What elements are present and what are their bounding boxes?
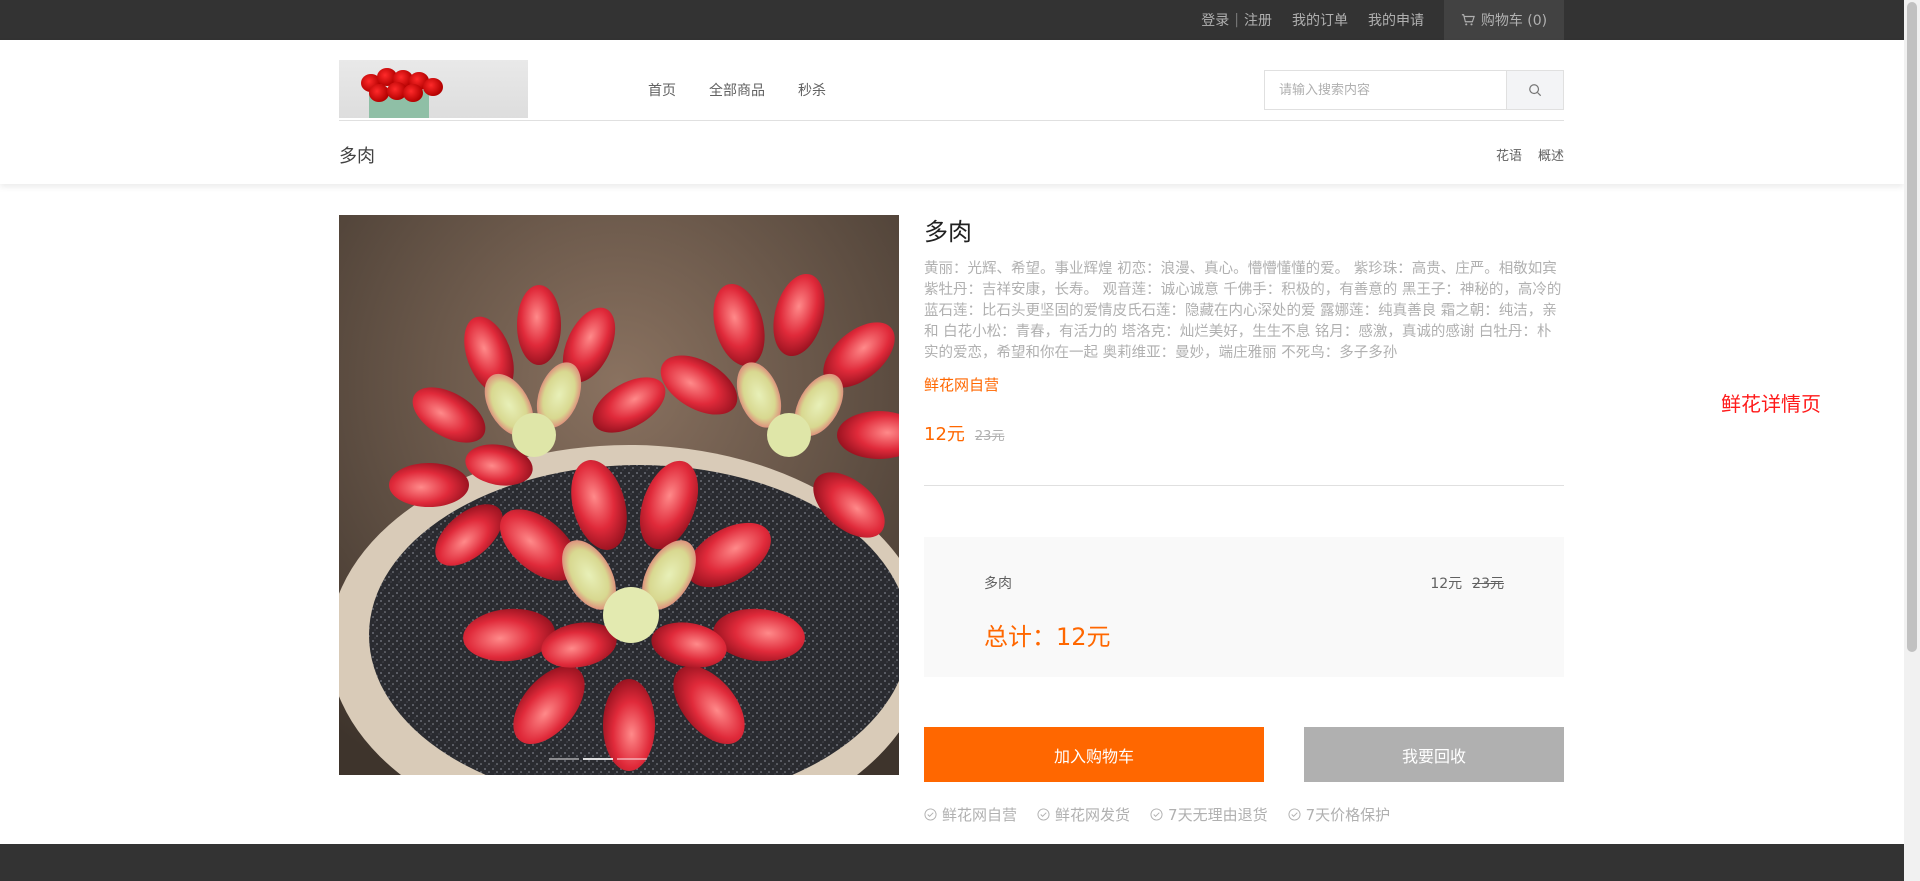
carousel-dot[interactable] — [617, 758, 647, 760]
category-title: 多肉 — [339, 146, 375, 167]
main-nav: 首页 全部商品 秒杀 — [648, 80, 826, 100]
header: 首页 全部商品 秒杀 多肉 花语 概述 — [0, 40, 1904, 184]
check-circle-icon — [1037, 808, 1050, 821]
price-current: 12元 — [924, 424, 965, 445]
price-original: 23元 — [974, 429, 1005, 444]
search-icon — [1529, 84, 1542, 97]
guarantee-label: 鲜花网自营 — [942, 806, 1018, 824]
carousel-dot[interactable] — [583, 758, 613, 760]
guarantee-label: 鲜花网发货 — [1055, 806, 1131, 824]
recycle-button[interactable]: 我要回收 — [1304, 727, 1564, 782]
top-separator: | — [1234, 12, 1239, 28]
register-link[interactable]: 注册 — [1244, 10, 1272, 30]
scrollbar-thumb[interactable] — [1907, 2, 1917, 652]
cart-button[interactable]: 购物车 (0) — [1444, 0, 1564, 40]
page-label: 鲜花详情页 — [1721, 392, 1821, 416]
check-circle-icon — [924, 808, 937, 821]
summary-price-original: 23元 — [1472, 576, 1504, 592]
check-circle-icon — [1288, 808, 1301, 821]
search-box — [1264, 70, 1564, 110]
header-divider — [339, 120, 1564, 121]
carousel-dots — [549, 758, 647, 760]
top-bar: 登录 | 注册 我的订单 我的申请 购物车 (0) — [0, 0, 1904, 40]
search-button[interactable] — [1507, 71, 1563, 109]
summary-price-current: 12元 — [1430, 576, 1463, 592]
nav-all-products[interactable]: 全部商品 — [709, 80, 765, 100]
info-divider — [924, 485, 1564, 486]
add-to-cart-button[interactable]: 加入购物车 — [924, 727, 1264, 782]
product-description: 黄丽：光辉、希望。事业辉煌 初恋：浪漫、真心。懵懵懂懂的爱。 紫珍珠：高贵、庄严… — [924, 261, 1562, 361]
check-circle-icon — [1150, 808, 1163, 821]
sublink-flower-language[interactable]: 花语 — [1496, 145, 1522, 164]
guarantees: 鲜花网自营 鲜花网发货 7天无理由退货 7天价格保护 — [924, 804, 1390, 825]
search-input[interactable] — [1265, 71, 1507, 109]
summary-name: 多肉 — [984, 576, 1012, 592]
nav-home[interactable]: 首页 — [648, 80, 676, 100]
top-links: 登录 | 注册 我的订单 我的申请 — [1201, 0, 1424, 40]
guarantee-item: 鲜花网自营 — [924, 804, 1017, 825]
login-link[interactable]: 登录 — [1201, 10, 1229, 30]
product-image[interactable] — [339, 215, 899, 775]
footer — [0, 844, 1904, 881]
nav-flash-sale[interactable]: 秒杀 — [798, 80, 826, 100]
cart-label: 购物车 (0) — [1480, 13, 1548, 29]
guarantee-label: 7天价格保护 — [1305, 806, 1391, 824]
product-info: 多肉 黄丽：光辉、希望。事业辉煌 初恋：浪漫、真心。懵懵懂懂的爱。 紫珍珠：高贵… — [924, 212, 1564, 446]
product-title: 多肉 — [924, 218, 972, 246]
carousel-dot[interactable] — [549, 758, 579, 760]
logo[interactable] — [339, 60, 528, 118]
succulent-photo — [339, 215, 899, 775]
my-applications-link[interactable]: 我的申请 — [1368, 10, 1424, 30]
cart-icon — [1461, 14, 1475, 26]
guarantee-item: 鲜花网发货 — [1037, 804, 1130, 825]
product-brand: 鲜花网自营 — [924, 376, 1000, 394]
my-orders-link[interactable]: 我的订单 — [1292, 10, 1348, 30]
sub-links: 花语 概述 — [1496, 145, 1564, 164]
guarantee-item: 7天无理由退货 — [1150, 804, 1268, 825]
product-price: 12元 23元 — [924, 420, 1564, 446]
guarantee-label: 7天无理由退货 — [1168, 806, 1268, 824]
page: 登录 | 注册 我的订单 我的申请 购物车 (0) 首页 全部商品 秒杀 请输入… — [0, 0, 1920, 881]
summary-price: 12元 23元 — [1430, 573, 1504, 593]
scrollbar[interactable] — [1904, 0, 1920, 881]
guarantee-item: 7天价格保护 — [1288, 804, 1391, 825]
order-summary: 多肉 12元 23元 总计：12元 — [924, 537, 1564, 677]
summary-total: 总计：12元 — [984, 623, 1111, 651]
sublink-overview[interactable]: 概述 — [1538, 145, 1564, 164]
